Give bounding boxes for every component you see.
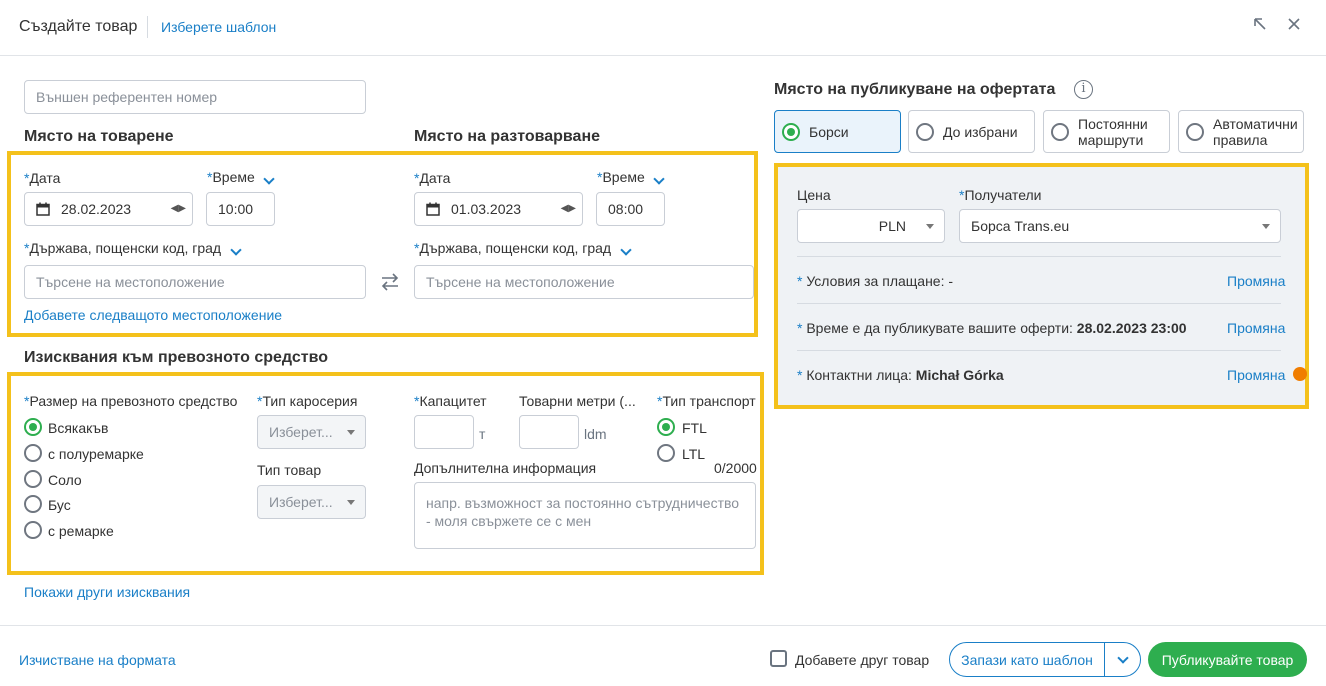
- publish-title: Място на публикуване на офертата: [774, 81, 1056, 98]
- transport-radio[interactable]: [657, 444, 675, 462]
- transport-type-label: *Тип транспорт: [657, 393, 756, 409]
- tab-radio: [1051, 123, 1069, 141]
- change-contacts-link[interactable]: Промяна: [1227, 367, 1285, 383]
- info-icon[interactable]: i: [1074, 80, 1093, 99]
- ldm-input[interactable]: [519, 415, 579, 449]
- choose-template-link[interactable]: Изберете шаблон: [161, 19, 276, 35]
- size-option-label: Бус: [48, 497, 71, 513]
- tab-permanent-routes[interactable]: Постоянни маршрути: [1043, 110, 1170, 153]
- tab-selected[interactable]: До избрани: [908, 110, 1035, 153]
- goods-type-select[interactable]: Изберет...: [257, 485, 366, 519]
- vehicle-title: Изисквания към превозното средство: [24, 349, 328, 366]
- close-icon[interactable]: [1284, 14, 1304, 34]
- size-radio[interactable]: [24, 470, 42, 488]
- loading-location-label: *Държава, пощенски код, град: [24, 240, 222, 256]
- additional-info-textarea[interactable]: напр. възможност за постоянно сътрудниче…: [414, 482, 756, 549]
- modal-footer: Изчистване на формата Добавете друг това…: [0, 625, 1326, 686]
- change-payment-link[interactable]: Промяна: [1227, 273, 1285, 289]
- loading-time-input[interactable]: 10:00: [206, 192, 275, 226]
- payment-terms: * Условия за плащане: -: [797, 273, 954, 289]
- header-divider: [147, 16, 148, 38]
- add-another-checkbox[interactable]: [770, 650, 787, 667]
- capacity-label: *Капацитет: [414, 393, 487, 409]
- loading-date-label: *Дата: [24, 170, 61, 186]
- publish-time: * Време е да публикувате вашите оферти: …: [797, 320, 1187, 336]
- minimize-icon[interactable]: [1250, 14, 1270, 34]
- recipients-label: *Получатели: [959, 187, 1042, 203]
- currency-select[interactable]: PLN: [797, 209, 945, 243]
- unloading-date-input[interactable]: 01.03.2023 ◀▶: [414, 192, 583, 226]
- transport-option-label: LTL: [682, 446, 706, 462]
- divider: [797, 350, 1281, 351]
- size-option-label: с ремарке: [48, 523, 114, 539]
- capacity-unit: т: [479, 426, 486, 442]
- date-stepper-icon[interactable]: ◀▶: [561, 203, 576, 214]
- size-option-label: Соло: [48, 472, 82, 488]
- unloading-location-chevron-icon[interactable]: [620, 241, 632, 257]
- contact-persons: * Контактни лица: Michał Górka: [797, 367, 1004, 383]
- add-another-label: Добавете друг товар: [795, 652, 930, 668]
- unloading-location-label: *Държава, пощенски код, град: [414, 240, 612, 256]
- price-label: Цена: [797, 187, 831, 203]
- calendar-icon: [36, 202, 50, 219]
- size-radio[interactable]: [24, 418, 42, 436]
- transport-option-label: FTL: [682, 420, 707, 436]
- loading-time-chevron-icon[interactable]: [263, 170, 275, 186]
- size-radio[interactable]: [24, 495, 42, 513]
- modal-title: Създайте товар: [19, 18, 138, 35]
- size-option-label: с полуремарке: [48, 446, 144, 462]
- loading-date-input[interactable]: 28.02.2023 ◀▶: [24, 192, 193, 226]
- additional-info-label: Допълнителна информация: [414, 460, 597, 476]
- add-next-location-link[interactable]: Добавете следващото местоположение: [24, 307, 282, 323]
- divider: [797, 303, 1281, 304]
- ldm-label: Товарни метри (...: [519, 393, 636, 409]
- swap-icon[interactable]: [380, 272, 400, 295]
- date-stepper-icon[interactable]: ◀▶: [171, 203, 186, 214]
- modal-header: Създайте товар Изберете шаблон: [0, 0, 1326, 56]
- tab-radio: [1186, 123, 1204, 141]
- additional-info-counter: 0/2000: [714, 460, 757, 476]
- loading-date-value: 28.02.2023: [61, 201, 132, 217]
- change-publish-time-link[interactable]: Промяна: [1227, 320, 1285, 336]
- size-option-label: Всякакъв: [48, 420, 109, 436]
- goods-type-label: Тип товар: [257, 462, 322, 478]
- body-type-select[interactable]: Изберет...: [257, 415, 366, 449]
- tab-radio: [782, 123, 800, 141]
- tab-radio: [916, 123, 934, 141]
- ldm-unit: ldm: [584, 426, 607, 442]
- transport-radio[interactable]: [657, 418, 675, 436]
- unloading-date-label: *Дата: [414, 170, 451, 186]
- external-ref-input[interactable]: Външен референтен номер: [24, 80, 366, 114]
- unloading-title: Място на разтоварване: [414, 128, 601, 145]
- vehicle-size-label: *Размер на превозното средство: [24, 393, 238, 409]
- loading-title: Място на товарене: [24, 128, 174, 145]
- calendar-icon: [426, 202, 440, 219]
- size-radio[interactable]: [24, 521, 42, 539]
- loading-time-label: *Време: [207, 169, 255, 185]
- chevron-down-icon: [1116, 651, 1129, 664]
- unloading-location-input[interactable]: Търсене на местоположение: [414, 265, 754, 299]
- size-radio[interactable]: [24, 444, 42, 462]
- unloading-date-value: 01.03.2023: [451, 201, 522, 217]
- body-type-label: *Тип каросерия: [257, 393, 358, 409]
- tab-exchanges[interactable]: Борси: [774, 110, 901, 153]
- tab-automatic-rules[interactable]: Автоматични правила: [1178, 110, 1304, 153]
- unloading-time-chevron-icon[interactable]: [653, 170, 665, 186]
- capacity-input[interactable]: [414, 415, 474, 449]
- loading-location-chevron-icon[interactable]: [230, 241, 242, 257]
- show-more-requirements-link[interactable]: Покажи други изисквания: [24, 584, 190, 600]
- recipients-select[interactable]: Борса Trans.eu: [959, 209, 1281, 243]
- divider: [797, 256, 1281, 257]
- loading-location-input[interactable]: Търсене на местоположение: [24, 265, 366, 299]
- save-template-dropdown[interactable]: [1104, 642, 1141, 677]
- unloading-time-input[interactable]: 08:00: [596, 192, 665, 226]
- notification-dot[interactable]: [1293, 367, 1307, 381]
- save-template-button[interactable]: Запази като шаблон: [949, 642, 1105, 677]
- clear-form-link[interactable]: Изчистване на формата: [19, 652, 176, 668]
- publish-button[interactable]: Публикувайте товар: [1148, 642, 1307, 677]
- unloading-time-label: *Време: [597, 169, 645, 185]
